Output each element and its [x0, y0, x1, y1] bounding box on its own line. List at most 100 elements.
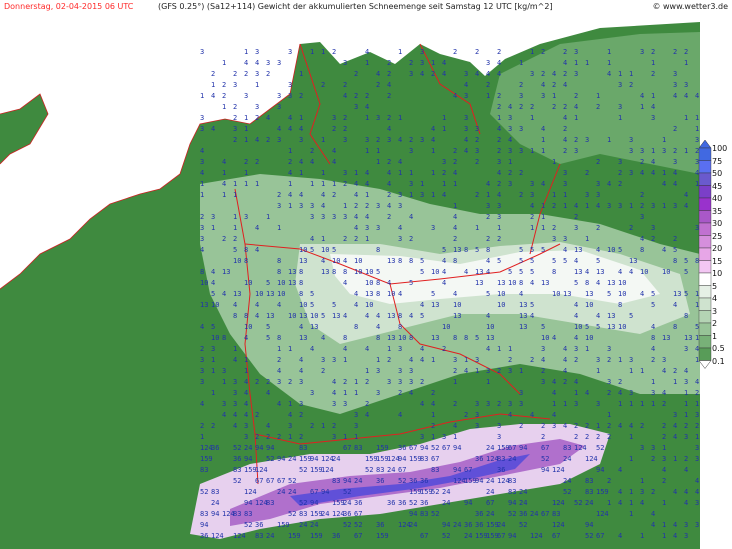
snow-value: 4	[552, 334, 556, 342]
snow-value: 2	[541, 422, 545, 430]
snow-value: 3	[200, 235, 204, 243]
legend-label: 45	[712, 181, 723, 191]
snow-value: 2	[596, 224, 600, 232]
snow-value: 1	[662, 521, 666, 529]
snow-value: 4	[486, 345, 490, 353]
snow-value: 8	[618, 301, 622, 309]
snow-value: 2	[354, 202, 358, 210]
snow-value: 3	[662, 455, 666, 463]
snow-value: 24	[442, 499, 450, 507]
legend-arrow-up	[698, 140, 712, 149]
snow-value: 2	[497, 235, 501, 243]
snow-value: 83	[200, 510, 208, 518]
snow-value: 1	[519, 367, 523, 375]
snow-value: 1	[574, 114, 578, 122]
snow-value: 1	[398, 114, 402, 122]
snow-value: 10	[508, 279, 516, 287]
snow-value: 2	[277, 356, 281, 364]
snow-value: 4	[354, 290, 358, 298]
snow-value: 4	[365, 180, 369, 188]
snow-value: 1	[530, 147, 534, 155]
snow-value: 4	[222, 158, 226, 166]
snow-value: 83	[585, 477, 593, 485]
snow-value: 1	[662, 202, 666, 210]
snow-value: 94	[266, 444, 274, 452]
snow-value: 3	[497, 422, 501, 430]
snow-value: 3	[519, 400, 523, 408]
snow-value: 8	[684, 312, 688, 320]
snow-value: 10	[365, 301, 373, 309]
snow-value: 4	[332, 389, 336, 397]
snow-value: 124	[244, 488, 257, 496]
snow-value: 2	[343, 235, 347, 243]
snow-value: 13	[387, 334, 395, 342]
snow-value: 4	[596, 279, 600, 287]
snow-value: 1	[684, 59, 688, 67]
snow-value: 3	[640, 444, 644, 452]
snow-value: 52	[365, 466, 373, 474]
snow-value: 83	[299, 444, 307, 452]
snow-value: 3	[442, 158, 446, 166]
snow-value: 4	[420, 356, 424, 364]
snow-value: 3	[497, 213, 501, 221]
snow-value: 4	[387, 81, 391, 89]
legend-label: 5	[712, 281, 718, 291]
snow-value: 1	[431, 147, 435, 155]
snow-value: 3	[629, 147, 633, 155]
snow-value: 4	[299, 356, 303, 364]
snow-value: 1	[354, 378, 358, 386]
snow-value: 1	[431, 356, 435, 364]
snow-value: 52	[233, 444, 241, 452]
snow-value: 2	[651, 235, 655, 243]
snow-value: 1	[244, 169, 248, 177]
snow-value: 4	[343, 257, 347, 265]
snow-value: 3	[211, 213, 215, 221]
legend-swatch	[698, 260, 712, 274]
snow-value: 4	[409, 389, 413, 397]
snow-value: 4	[497, 59, 501, 67]
snow-value: 2	[673, 48, 677, 56]
snow-value: 159	[200, 455, 213, 463]
snow-value: 2	[453, 158, 457, 166]
snow-value: 4	[409, 213, 413, 221]
snow-value: 2	[596, 103, 600, 111]
snow-value: 1	[486, 378, 490, 386]
snow-value: 4	[365, 169, 369, 177]
snow-value: 2	[552, 103, 556, 111]
snow-value: 8	[409, 334, 413, 342]
snow-value: 2	[442, 169, 446, 177]
snow-value: 1	[431, 191, 435, 199]
snow-value: 3	[497, 202, 501, 210]
snow-value: 3	[244, 422, 248, 430]
snow-value: 4	[574, 312, 578, 320]
snow-value: 2	[299, 411, 303, 419]
snow-value: 8	[398, 257, 402, 265]
snow-value: 83	[497, 455, 505, 463]
snow-value: 5	[651, 290, 655, 298]
snow-value: 4	[618, 389, 622, 397]
snow-value: 3	[673, 202, 677, 210]
snow-value: 4	[530, 411, 534, 419]
snow-value: 1	[651, 59, 655, 67]
snow-value: 2	[475, 191, 479, 199]
snow-value: 52	[541, 455, 549, 463]
snow-value: 10	[321, 246, 329, 254]
snow-value: 1	[640, 367, 644, 375]
snow-value: 3	[420, 59, 424, 67]
snow-value: 5	[332, 246, 336, 254]
snow-value: 94	[244, 499, 252, 507]
snow-value: 3	[486, 202, 490, 210]
snow-value: 1	[222, 169, 226, 177]
snow-value: 1	[563, 400, 567, 408]
snow-value: 3	[354, 422, 358, 430]
snow-value: 2	[552, 224, 556, 232]
snow-value: 2	[464, 411, 468, 419]
snow-value: 1	[629, 488, 633, 496]
snow-value: 5	[519, 268, 523, 276]
snow-value: 1	[618, 114, 622, 122]
snow-value: 1	[233, 180, 237, 188]
snow-value: 83	[420, 510, 428, 518]
snow-value: 3	[354, 411, 358, 419]
snow-value: 3	[365, 224, 369, 232]
snow-value: 2	[387, 191, 391, 199]
